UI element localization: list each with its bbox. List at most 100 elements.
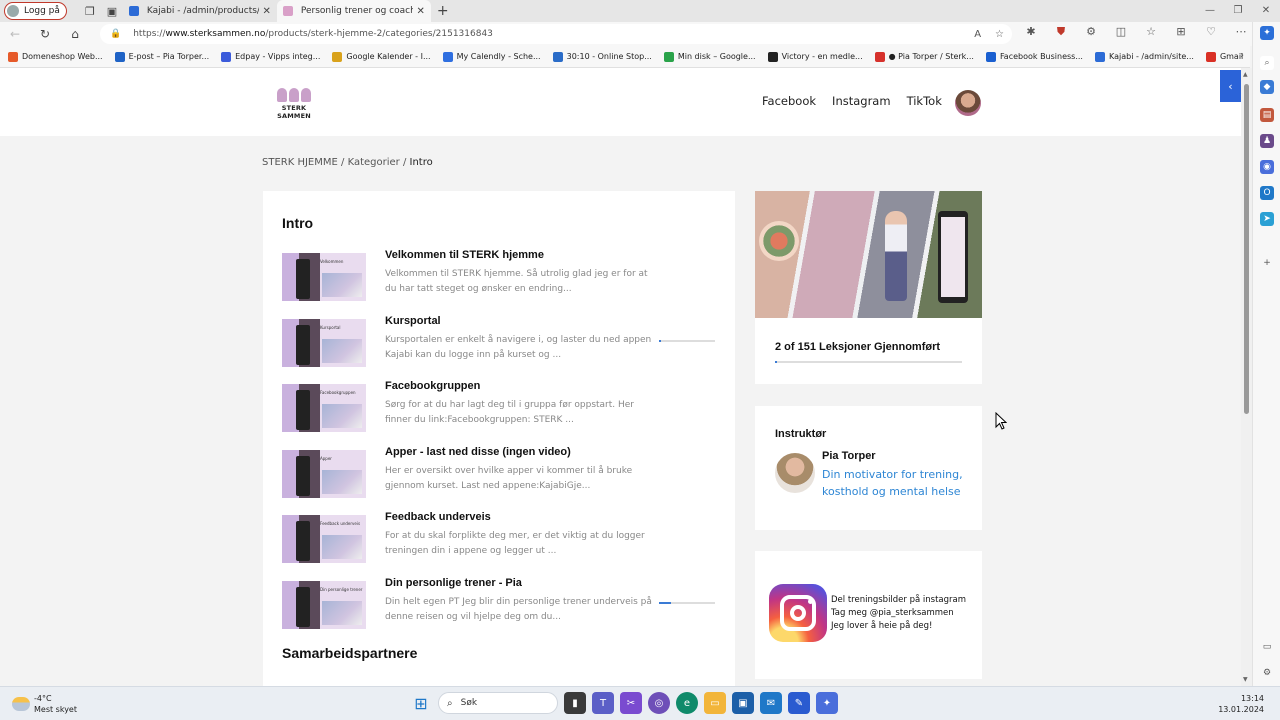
- tab-kajabi[interactable]: Kajabi - /admin/products/2147948... ✕: [123, 0, 277, 22]
- lesson-thumbnail[interactable]: Apper: [282, 449, 366, 498]
- nav-tiktok[interactable]: TikTok: [907, 94, 942, 108]
- favorites-icon[interactable]: ☆: [1142, 25, 1160, 39]
- home-icon[interactable]: ⌂: [60, 27, 90, 41]
- lesson-title[interactable]: Facebookgruppen: [385, 380, 480, 392]
- more-bookmarks-icon[interactable]: ›: [1240, 50, 1244, 61]
- more-menu-icon[interactable]: ⋯: [1232, 25, 1250, 39]
- store-icon[interactable]: ▣: [732, 692, 754, 714]
- app-circle-icon[interactable]: ◎: [648, 692, 670, 714]
- workspaces-icon[interactable]: ❐: [79, 0, 101, 22]
- tab-actions-icon[interactable]: ▣: [101, 0, 123, 22]
- lesson-thumbnail[interactable]: Din personlige trener: [282, 580, 366, 629]
- close-tab-icon[interactable]: ✕: [263, 6, 271, 17]
- add-icon[interactable]: +: [1260, 256, 1274, 270]
- tab-sterksammen[interactable]: Personlig trener og coaching på ✕: [276, 0, 431, 22]
- collections-icon[interactable]: ⊞: [1172, 25, 1190, 39]
- scroll-down-icon[interactable]: ▼: [1243, 676, 1248, 683]
- bookmark-item[interactable]: 30:10 - Online Stop...: [552, 51, 652, 62]
- split-screen-icon[interactable]: ◫: [1112, 25, 1130, 39]
- weather-widget[interactable]: -4°C Mest skyet: [12, 693, 77, 715]
- bookmark-item[interactable]: My Calendly - Sche...: [442, 51, 541, 62]
- games-icon[interactable]: ♟: [1260, 134, 1274, 148]
- minimize-icon[interactable]: —: [1196, 0, 1224, 20]
- scrollbar-thumb[interactable]: [1244, 84, 1249, 414]
- lesson-thumbnail[interactable]: Velkommen: [282, 253, 366, 301]
- tag-icon[interactable]: ◆: [1260, 80, 1274, 94]
- taskbar-search[interactable]: ⌕ Søk: [438, 692, 558, 714]
- teams-icon[interactable]: T: [592, 692, 614, 714]
- promo-line: Jeg lover å heie på deg!: [831, 621, 933, 631]
- copilot-icon[interactable]: ✦: [1260, 26, 1274, 40]
- outlook-icon[interactable]: O: [1260, 186, 1274, 200]
- task-view-icon[interactable]: ▮: [564, 692, 586, 714]
- bookmark-item[interactable]: Victory - en medle...: [767, 51, 863, 62]
- breadcrumb-separator: /: [399, 157, 410, 168]
- nav-instagram[interactable]: Instagram: [832, 94, 891, 108]
- lesson-item[interactable]: Feedback underveis Feedback underveis For …: [282, 511, 722, 569]
- sidebar-layout-icon[interactable]: ▭: [1260, 640, 1274, 654]
- nav-facebook[interactable]: Facebook: [762, 94, 816, 108]
- bookmark-item[interactable]: Gmail: [1205, 51, 1243, 62]
- lesson-thumbnail[interactable]: Facebookgruppen: [282, 384, 366, 432]
- back-icon[interactable]: ←: [0, 27, 30, 41]
- lesson-title[interactable]: Apper - last ned disse (ingen video): [385, 446, 571, 458]
- side-panel-toggle-icon[interactable]: ‹: [1220, 70, 1241, 102]
- bookmark-item[interactable]: Edpay - Vipps integ...: [221, 51, 320, 62]
- bookmark-favicon-icon: [1205, 51, 1216, 62]
- shield-extension-icon[interactable]: ⛊: [1052, 25, 1070, 39]
- system-clock[interactable]: 13:14 13.01.2024: [1218, 693, 1264, 715]
- breadcrumb-categories[interactable]: Kategorier: [348, 157, 400, 168]
- lesson-item[interactable]: Kursportal Kursportal Kursportalen er enke…: [282, 315, 722, 373]
- user-avatar[interactable]: [955, 90, 981, 116]
- send-icon[interactable]: ➤: [1260, 212, 1274, 226]
- lesson-title[interactable]: Feedback underveis: [385, 511, 491, 523]
- snipping-tool-icon[interactable]: ✂: [620, 692, 642, 714]
- mail-icon[interactable]: ✉: [760, 692, 782, 714]
- profile-button[interactable]: Logg på: [4, 2, 67, 20]
- favorite-star-icon[interactable]: ☆: [995, 29, 1004, 40]
- breadcrumb-product[interactable]: STERK HJEMME: [262, 157, 338, 168]
- edge-browser-icon[interactable]: e: [676, 692, 698, 714]
- lesson-thumbnail[interactable]: Kursportal: [282, 318, 366, 367]
- bookmark-item[interactable]: Domeneshop Web...: [8, 51, 103, 62]
- copilot-taskbar-icon[interactable]: ✦: [816, 692, 838, 714]
- close-window-icon[interactable]: ✕: [1252, 0, 1280, 20]
- instagram-promo-text: Del treningsbilder på instagram Tag meg …: [831, 594, 966, 633]
- search-icon[interactable]: ⌕: [1260, 56, 1274, 70]
- bookmark-item[interactable]: E-post – Pia Torper...: [114, 51, 209, 62]
- performance-icon[interactable]: ♡: [1202, 25, 1220, 39]
- instagram-promo-card[interactable]: Del treningsbilder på instagram Tag meg …: [755, 551, 982, 679]
- lesson-title[interactable]: Kursportal: [385, 315, 441, 327]
- bookmark-item[interactable]: Google Kalender - I...: [332, 51, 431, 62]
- new-tab-icon[interactable]: +: [437, 3, 449, 19]
- page-scrollbar[interactable]: ▲ ▼: [1241, 68, 1252, 686]
- refresh-icon[interactable]: ↻: [30, 27, 60, 41]
- bookmark-item[interactable]: Facebook Business...: [985, 51, 1083, 62]
- read-aloud-icon[interactable]: A: [974, 29, 981, 40]
- address-bar[interactable]: 🔒 https:// www.sterksammen.no /products/…: [100, 24, 1012, 44]
- lesson-title[interactable]: Din personlige trener - Pia: [385, 577, 522, 589]
- bookmark-favicon-icon: [874, 51, 885, 62]
- bookmark-item[interactable]: Kajabi - /admin/site...: [1094, 51, 1194, 62]
- tools-icon[interactable]: ▤: [1260, 108, 1274, 122]
- file-explorer-icon[interactable]: ▭: [704, 692, 726, 714]
- pen-app-icon[interactable]: ✎: [788, 692, 810, 714]
- maximize-icon[interactable]: ❐: [1224, 0, 1252, 20]
- lesson-item[interactable]: Din personlige trener Din personlige tren…: [282, 577, 722, 635]
- bookmark-item[interactable]: Min disk – Google...: [663, 51, 756, 62]
- lesson-item[interactable]: Apper Apper - last ned disse (ingen video…: [282, 446, 722, 504]
- lesson-item[interactable]: Velkommen Velkommen til STERK hjemme Velko…: [282, 249, 722, 307]
- windows-start-icon[interactable]: ⊞: [410, 692, 432, 714]
- bookmark-item[interactable]: ● Pia Torper / Sterk...: [874, 51, 974, 62]
- settings-gear-icon[interactable]: ⚙: [1260, 666, 1274, 680]
- site-logo[interactable]: STERK SAMMEN: [264, 88, 324, 120]
- extensions-icon[interactable]: ⚙: [1082, 25, 1100, 39]
- lesson-item[interactable]: Facebookgruppen Facebookgruppen Sørg for a…: [282, 380, 722, 438]
- scroll-up-icon[interactable]: ▲: [1243, 71, 1248, 78]
- extension-puzzle-icon[interactable]: ✱: [1022, 25, 1040, 39]
- section-title-partners: Samarbeidspartnere: [282, 645, 418, 661]
- lesson-title[interactable]: Velkommen til STERK hjemme: [385, 249, 544, 261]
- lesson-thumbnail[interactable]: Feedback underveis: [282, 515, 366, 563]
- close-tab-icon[interactable]: ✕: [417, 6, 425, 17]
- microsoft365-icon[interactable]: ◉: [1260, 160, 1274, 174]
